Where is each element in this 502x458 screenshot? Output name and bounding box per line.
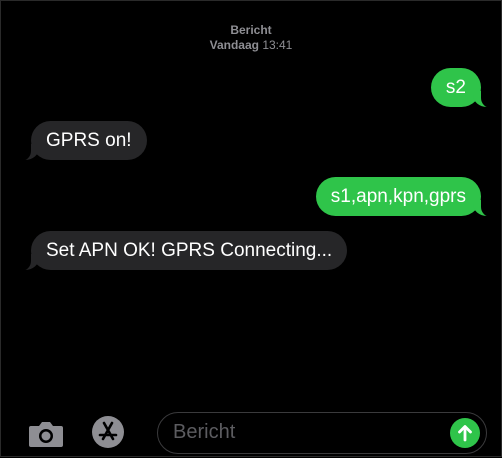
message-compose-field[interactable] bbox=[157, 412, 487, 454]
app-store-icon[interactable] bbox=[91, 415, 125, 449]
timestamp-day: Vandaag bbox=[209, 38, 259, 52]
conversation-header: Bericht Vandaag 13:41 bbox=[1, 23, 501, 53]
message-text: s2 bbox=[445, 77, 466, 98]
message-text: Set APN OK! GPRS Connecting... bbox=[46, 240, 333, 261]
send-button[interactable] bbox=[450, 418, 480, 448]
incoming-message-bubble[interactable]: Set APN OK! GPRS Connecting... bbox=[16, 231, 348, 271]
message-text: s1,apn,kpn,gprs bbox=[330, 186, 466, 207]
send-arrow-up-icon bbox=[458, 425, 472, 442]
outgoing-message-bubble[interactable]: s2 bbox=[430, 68, 496, 108]
messages-screen: Bericht Vandaag 13:41 s2 GPRS on! s1,apn… bbox=[0, 0, 502, 457]
outgoing-message-bubble[interactable]: s1,apn,kpn,gprs bbox=[315, 177, 496, 217]
service-label: Bericht bbox=[230, 23, 272, 37]
message-text: GPRS on! bbox=[46, 130, 132, 151]
timestamp: Vandaag 13:41 bbox=[1, 38, 501, 53]
incoming-message-bubble[interactable]: GPRS on! bbox=[17, 121, 147, 161]
timestamp-time: 13:41 bbox=[262, 38, 293, 52]
compose-toolbar bbox=[1, 409, 501, 458]
message-input[interactable] bbox=[173, 413, 433, 452]
camera-icon[interactable] bbox=[27, 419, 65, 449]
